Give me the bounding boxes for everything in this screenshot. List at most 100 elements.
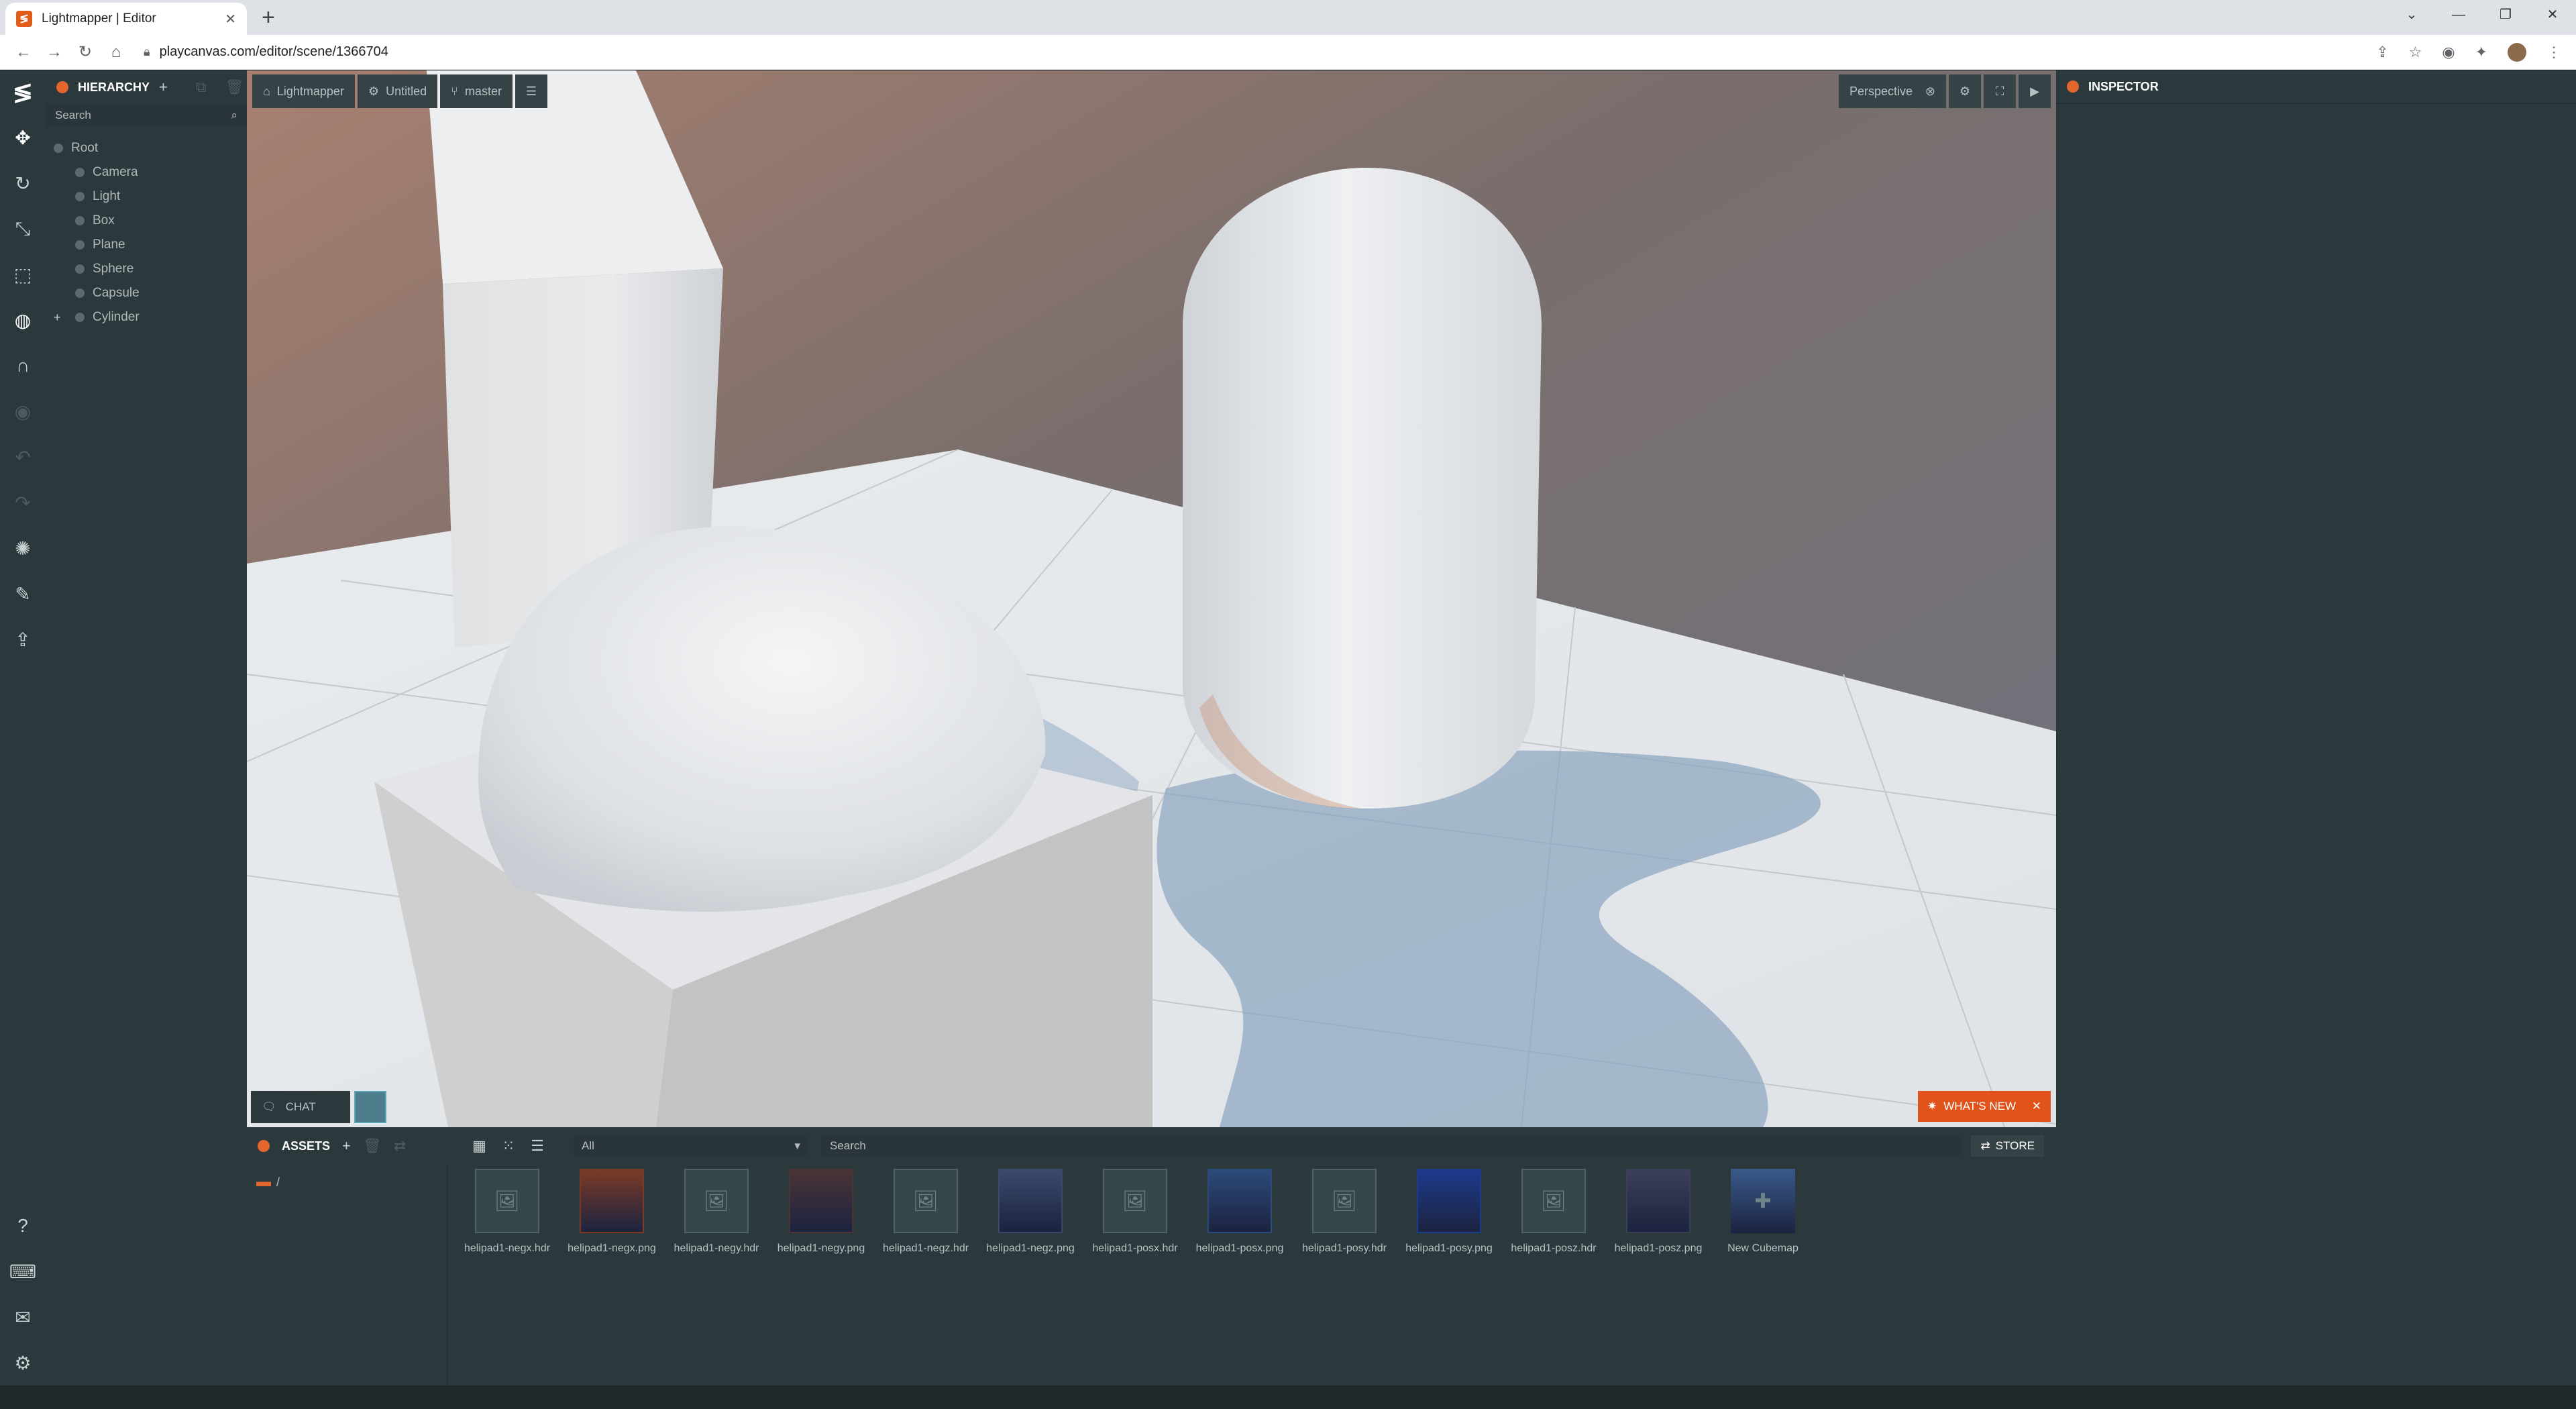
window-controls: ⌄ — ❐ ✕ [2388, 0, 2576, 30]
add-asset-button[interactable]: + [342, 1137, 351, 1155]
tree-item-capsule[interactable]: Capsule [46, 281, 247, 305]
world-icon[interactable]: ◍ [0, 297, 46, 343]
delete-icon[interactable]: 🗑︎ [363, 1137, 382, 1155]
asset-item[interactable]: ✚ New Cubemap [1711, 1167, 1815, 1255]
rotate-icon[interactable]: ↻ [0, 160, 46, 206]
tree-item-box[interactable]: Box [46, 209, 247, 233]
scene-viewport[interactable]: ⌂ Lightmapper ⚙ Untitled ⑂ master ☰ Pers… [247, 70, 2056, 1127]
panel-fold-icon[interactable] [56, 81, 68, 93]
scene-label: Untitled [386, 85, 427, 99]
refresh-icon[interactable]: ⇄ [394, 1137, 406, 1155]
delete-icon[interactable]: 🗑︎ [225, 79, 244, 96]
asset-item[interactable]: 🖼︎ helipad1-posz.hdr [1501, 1167, 1606, 1255]
asset-name: helipad1-negz.hdr [883, 1243, 969, 1255]
playcanvas-logo-icon[interactable]: ≶ [0, 70, 46, 115]
folder-label: / [276, 1176, 280, 1189]
browser-menu-icon[interactable]: ⋮ [2546, 44, 2561, 61]
asset-item[interactable]: helipad1-posz.png [1606, 1167, 1711, 1255]
extension-badge-icon[interactable]: ◉ [2442, 44, 2455, 61]
publish-icon[interactable]: ⇪ [0, 617, 46, 662]
scene-button[interactable]: ⚙ Untitled [358, 74, 437, 108]
close-icon[interactable]: ✕ [225, 11, 236, 28]
tree-item-camera[interactable]: Camera [46, 160, 247, 185]
small-grid-icon[interactable]: ⁙ [502, 1137, 515, 1155]
tree-item-root[interactable]: Root [46, 136, 247, 160]
close-icon[interactable]: ✕ [2032, 1100, 2041, 1113]
scale-icon[interactable]: ⤡ [0, 206, 46, 252]
project-button[interactable]: ⌂ Lightmapper [252, 74, 355, 108]
feedback-icon[interactable]: ✉ [0, 1294, 46, 1340]
store-button[interactable]: ⇄ STORE [1971, 1135, 2044, 1157]
details-list-icon[interactable]: ☰ [531, 1137, 544, 1155]
asset-item[interactable]: 🖼︎ helipad1-negx.hdr [455, 1167, 559, 1255]
asset-item[interactable]: 🖼︎ helipad1-posy.hdr [1292, 1167, 1397, 1255]
code-editor-icon[interactable]: ✎ [0, 571, 46, 617]
folder-root[interactable]: ▬/ [247, 1165, 447, 1190]
browser-tab[interactable]: ≶ Lightmapper | Editor ✕ [5, 3, 247, 35]
hierarchy-search-input[interactable]: Search ⌕ [46, 104, 247, 127]
translate-icon[interactable]: ✥ [0, 115, 46, 160]
asset-name: New Cubemap [1727, 1243, 1799, 1255]
new-tab-button[interactable]: + [262, 5, 275, 30]
settings-icon[interactable]: ⚙ [0, 1340, 46, 1386]
asset-grid: 🖼︎ helipad1-negx.hdr helipad1-negx.png 🖼… [455, 1167, 1815, 1255]
camera-select[interactable]: Perspective ⊗ [1839, 74, 1946, 108]
viewport-toolbar-right: Perspective ⊗ ⚙ ⛶ ▶ [1839, 74, 2051, 108]
asset-item[interactable]: helipad1-negz.png [978, 1167, 1083, 1255]
tree-item-plane[interactable]: Plane [46, 233, 247, 257]
asset-item[interactable]: 🖼︎ helipad1-posx.hdr [1083, 1167, 1187, 1255]
snap-icon[interactable]: ∩ [0, 343, 46, 388]
duplicate-icon[interactable]: ⧉ [196, 79, 207, 96]
extensions-puzzle-icon[interactable]: ✦ [2475, 44, 2487, 61]
lock-icon[interactable]: 🔒︎ [144, 45, 150, 59]
redo-icon[interactable]: ↷ [0, 480, 46, 525]
assets-panel: ASSETS + 🗑︎ ⇄ ▦ ⁙ ☰ All ▾ Search ⇄ STORE [247, 1127, 2056, 1386]
window-close-icon[interactable]: ✕ [2529, 0, 2576, 30]
launch-button[interactable]: ▶ [2019, 74, 2051, 108]
asset-search-input[interactable]: Search [822, 1135, 1962, 1157]
share-icon[interactable]: ⇪ [2376, 44, 2388, 61]
gear-icon: ⚙ [368, 85, 379, 99]
asset-item[interactable]: 🖼︎ helipad1-negy.hdr [664, 1167, 769, 1255]
tree-item-cylinder[interactable]: + Cylinder [46, 305, 247, 329]
asset-item[interactable]: 🖼︎ helipad1-negz.hdr [873, 1167, 978, 1255]
branch-button[interactable]: ⑂ master [440, 74, 513, 108]
forward-icon[interactable]: → [39, 43, 70, 62]
focus-icon[interactable]: ◉ [0, 388, 46, 434]
asset-filter-select[interactable]: All ▾ [574, 1135, 808, 1157]
url-field[interactable]: playcanvas.com/editor/scene/1366704 [160, 44, 2377, 60]
viewport-settings-button[interactable]: ⚙ [1949, 74, 1981, 108]
reload-icon[interactable]: ↻ [70, 42, 101, 62]
profile-avatar[interactable] [2508, 43, 2526, 62]
entity-icon [54, 144, 63, 153]
tab-search-icon[interactable]: ⌄ [2388, 0, 2435, 30]
bookmark-star-icon[interactable]: ☆ [2409, 44, 2422, 61]
texture-icon: 🖼︎ [1521, 1169, 1586, 1233]
tree-item-light[interactable]: Light [46, 185, 247, 209]
fullscreen-button[interactable]: ⛶ [1984, 74, 2016, 108]
chat-button[interactable]: 🗨︎ CHAT [251, 1091, 350, 1123]
panel-fold-icon[interactable] [2067, 81, 2079, 93]
asset-name: helipad1-negx.hdr [464, 1243, 550, 1255]
lightmapper-icon[interactable]: ✺ [0, 525, 46, 571]
keyboard-icon[interactable]: ⌨ [0, 1249, 46, 1294]
resize-icon[interactable]: ⬚ [0, 252, 46, 297]
panel-fold-icon[interactable] [258, 1140, 270, 1152]
asset-item[interactable]: helipad1-negx.png [559, 1167, 664, 1255]
whats-new-button[interactable]: ✷ WHAT'S NEW ✕ [1918, 1091, 2051, 1122]
add-entity-button[interactable]: + [159, 79, 168, 96]
expand-icon[interactable]: + [54, 311, 75, 325]
home-icon[interactable]: ⌂ [101, 43, 131, 62]
user-avatar[interactable] [354, 1091, 386, 1123]
asset-item[interactable]: helipad1-posy.png [1397, 1167, 1501, 1255]
asset-item[interactable]: helipad1-posx.png [1187, 1167, 1292, 1255]
large-grid-icon[interactable]: ▦ [472, 1137, 486, 1155]
minimize-icon[interactable]: — [2435, 0, 2482, 30]
undo-icon[interactable]: ↶ [0, 434, 46, 480]
help-icon[interactable]: ? [0, 1203, 46, 1249]
restore-icon[interactable]: ❐ [2482, 0, 2529, 30]
back-icon[interactable]: ← [8, 43, 39, 62]
tree-item-sphere[interactable]: Sphere [46, 257, 247, 281]
scene-list-button[interactable]: ☰ [515, 74, 547, 108]
asset-item[interactable]: helipad1-negy.png [769, 1167, 873, 1255]
